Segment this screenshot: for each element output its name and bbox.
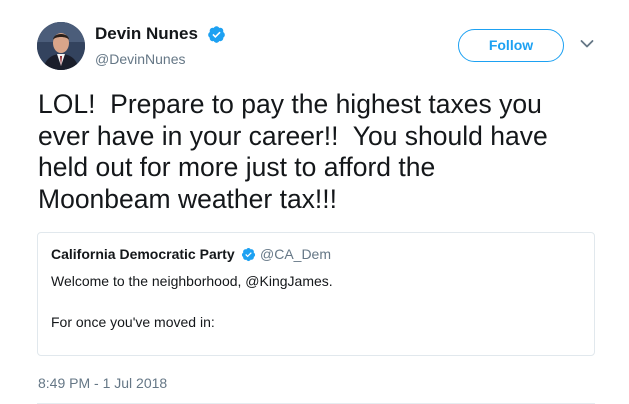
quoted-text-line: Welcome to the neighborhood, @KingJames.: [51, 273, 333, 289]
author-avatar[interactable]: [37, 22, 85, 70]
follow-button[interactable]: Follow: [458, 29, 564, 62]
verified-badge-icon: [208, 26, 225, 43]
tweet-timestamp[interactable]: 8:49 PM - 1 Jul 2018: [38, 375, 167, 391]
quoted-verified-badge-icon: [241, 247, 256, 262]
tweet-card: Devin Nunes @DevinNunes Follow LOL! Prep…: [0, 0, 629, 404]
quoted-author-name: California Democratic Party: [51, 246, 235, 262]
chevron-down-icon[interactable]: [580, 39, 594, 49]
quoted-author-handle: @CA_Dem: [260, 246, 332, 262]
author-name[interactable]: Devin Nunes: [95, 24, 198, 44]
quoted-text-line: For once you've moved in:: [51, 314, 215, 330]
avatar-photo-icon: [37, 22, 85, 70]
tweet-text: LOL! Prepare to pay the highest taxes yo…: [38, 89, 548, 214]
quoted-tweet[interactable]: California Democratic Party @CA_Dem Welc…: [37, 232, 595, 356]
author-handle[interactable]: @DevinNunes: [95, 51, 185, 67]
